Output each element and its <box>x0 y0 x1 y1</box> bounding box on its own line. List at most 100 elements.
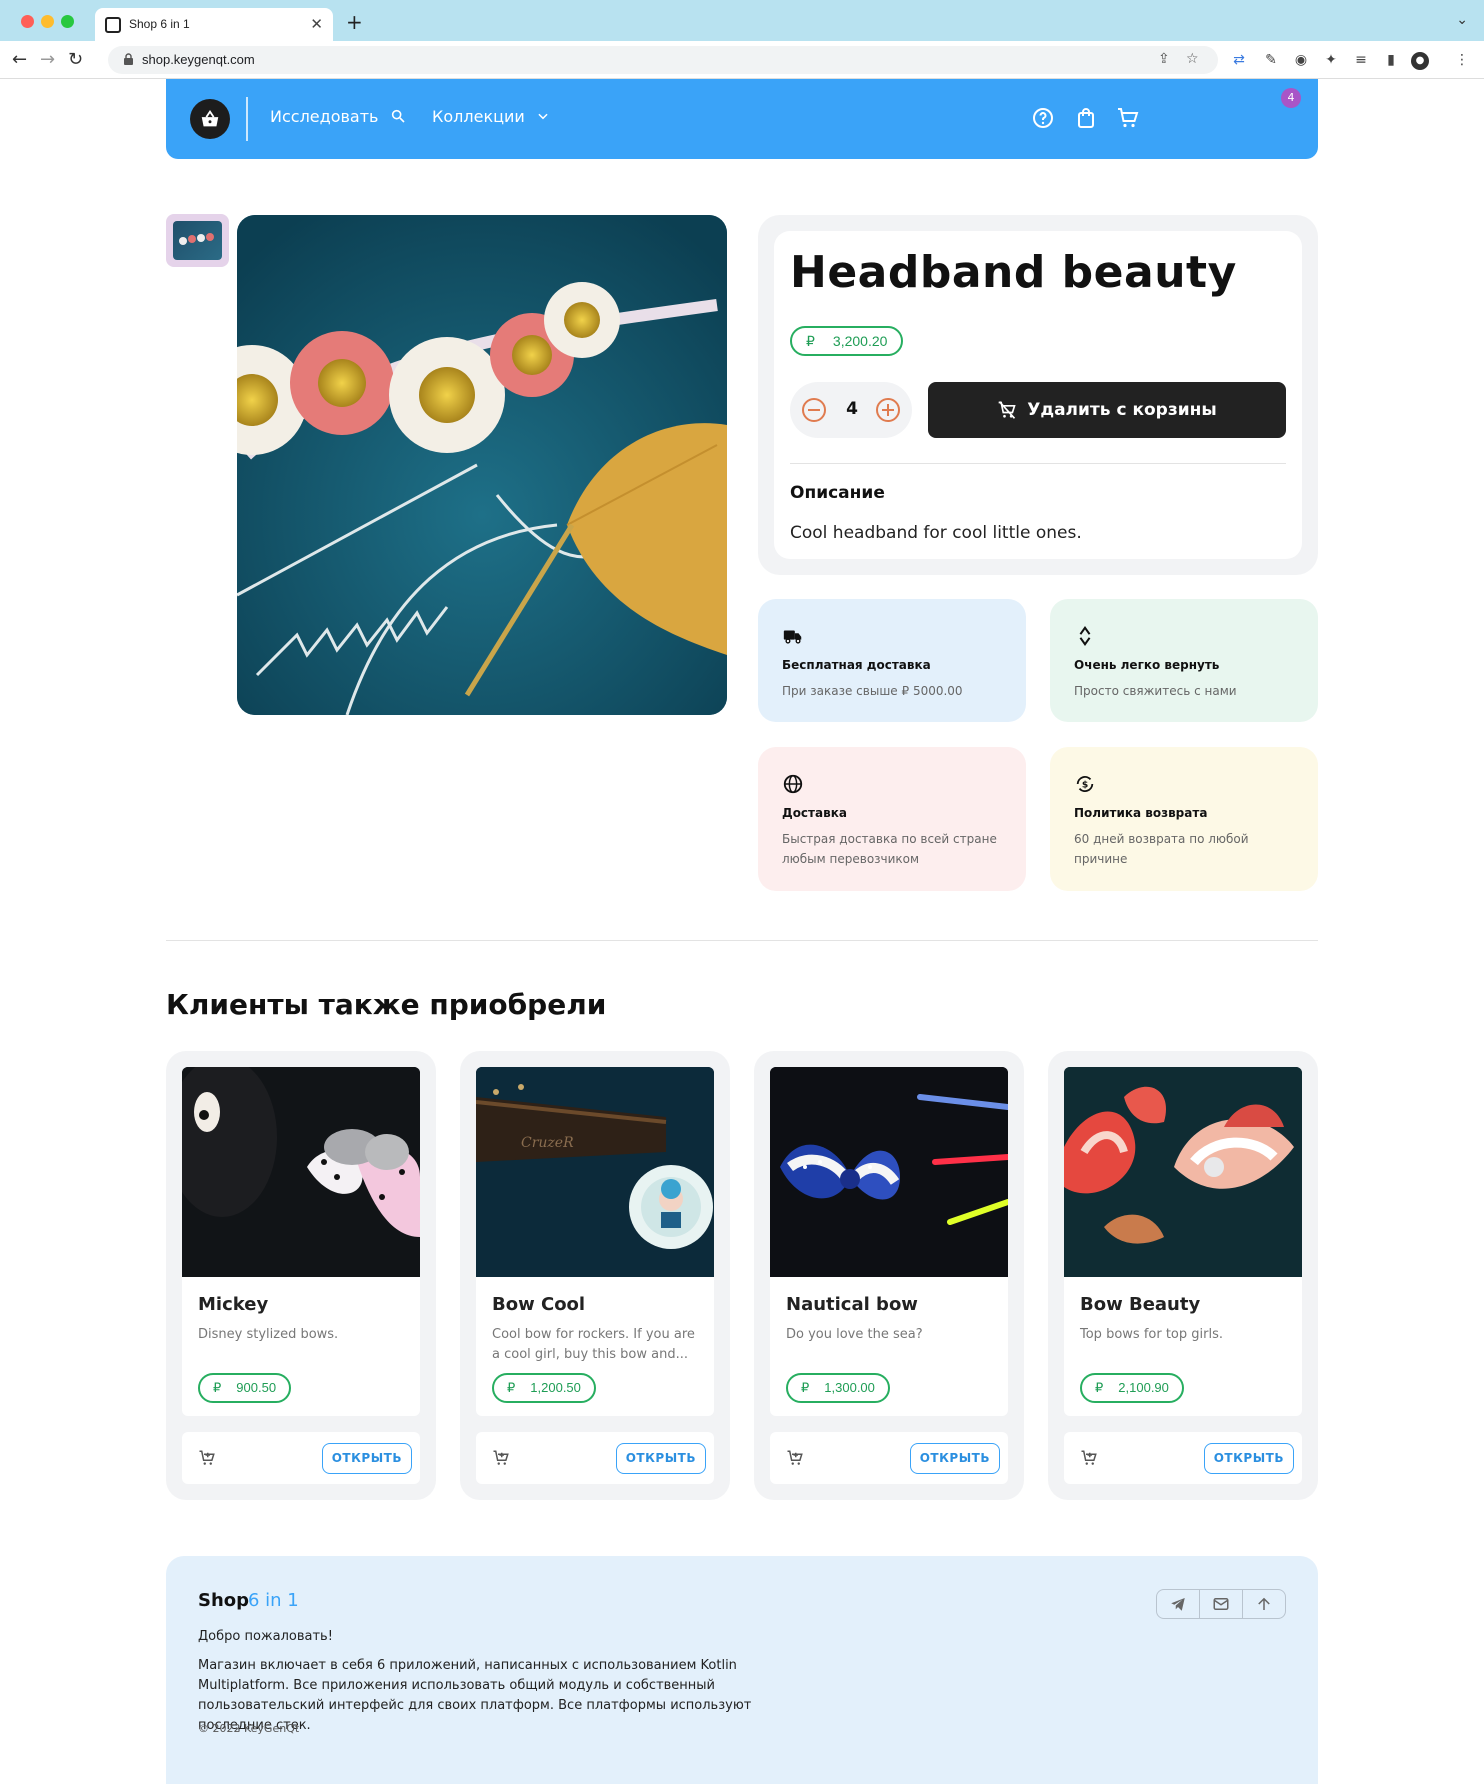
shop-logo[interactable] <box>190 99 230 139</box>
translate-icon[interactable]: ⇄ <box>1230 52 1248 70</box>
nav-explore-label: Исследовать <box>270 107 379 126</box>
product-card-image <box>770 1067 1008 1277</box>
footer-welcome: Добро пожаловать! <box>198 1629 333 1644</box>
product-main-image <box>237 215 727 715</box>
tab-title: Shop 6 in 1 <box>129 17 190 31</box>
forward-arrow-icon[interactable]: → <box>40 49 55 70</box>
product-card-name: Bow Cool <box>492 1294 586 1315</box>
telegram-button[interactable] <box>1157 1590 1200 1618</box>
product-card-description: Cool bow for rockers. If you are a cool … <box>492 1327 695 1362</box>
arrow-up-icon <box>1258 1597 1270 1610</box>
header-divider <box>246 97 248 141</box>
product-card-image: CruzeR <box>476 1067 714 1277</box>
quantity-stepper: 4 <box>790 382 912 438</box>
window-zoom-button[interactable] <box>61 15 74 28</box>
product-card[interactable]: Mickey Disney stylized bows. ₽ 900.50 ОТ… <box>166 1051 436 1500</box>
product-card[interactable]: Bow Beauty Top bows for top girls. ₽ 2,1… <box>1048 1051 1318 1500</box>
recycle-icon <box>1079 626 1091 646</box>
product-thumbnail[interactable] <box>166 214 229 267</box>
share-icon[interactable]: ⇪ <box>1158 51 1170 67</box>
product-card-description: Do you love the sea? <box>786 1327 923 1342</box>
feature-title: Бесплатная доставка <box>782 658 931 672</box>
footer-copyright: © 2022 KeyGenQt <box>198 1722 300 1735</box>
product-card[interactable]: CruzeR Bow Cool Cool bow for rockers. If… <box>460 1051 730 1500</box>
section-divider <box>166 940 1318 941</box>
currency-exchange-icon: $ <box>1076 776 1094 792</box>
scroll-top-button[interactable] <box>1243 1590 1285 1618</box>
product-card-body: CruzeR Bow Cool Cool bow for rockers. If… <box>476 1067 714 1416</box>
tab-close-icon[interactable]: ✕ <box>310 15 323 33</box>
nav-collections[interactable]: Коллекции <box>432 107 550 126</box>
add-to-cart-icon[interactable] <box>492 1449 510 1467</box>
product-card-price: ₽ 1,300.00 <box>786 1373 890 1403</box>
product-card-description: Disney stylized bows. <box>198 1327 339 1342</box>
feature-text: Быстрая доставка по всей стране любым пе… <box>782 832 997 866</box>
camera-extension-icon[interactable]: ◉ <box>1292 52 1310 70</box>
product-title: Headband beauty <box>790 247 1237 298</box>
window-minimize-button[interactable] <box>41 15 54 28</box>
reading-list-icon[interactable]: ≡ <box>1352 52 1370 70</box>
bookmark-star-icon[interactable]: ☆ <box>1186 51 1199 67</box>
add-to-cart-icon[interactable] <box>786 1449 804 1467</box>
browser-address-bar: ← → ↻ shop.keygenqt.com ⇪ ☆ ⇄ ✎ ◉ ✦ ≡ ▮ … <box>0 41 1484 79</box>
add-to-cart-icon[interactable] <box>198 1449 216 1467</box>
shop-favicon-icon <box>105 17 121 33</box>
shopping-bag-icon[interactable] <box>1074 106 1098 130</box>
product-card-description: Top bows for top girls. <box>1080 1327 1223 1342</box>
nav-explore[interactable]: Исследовать <box>270 107 406 126</box>
search-icon <box>391 109 405 123</box>
increase-quantity-icon[interactable] <box>874 396 902 424</box>
truck-icon <box>783 630 802 644</box>
url-text: shop.keygenqt.com <box>142 52 255 67</box>
product-card-actions: ОТКРЫТЬ <box>476 1432 714 1484</box>
product-info-card: Headband beauty ₽ 3,200.20 4 Удалить с к… <box>774 231 1302 559</box>
open-product-button[interactable]: ОТКРЫТЬ <box>321 1443 412 1474</box>
description-title: Описание <box>790 483 885 503</box>
description-text: Cool headband for cool little ones. <box>790 523 1082 543</box>
footer-actions <box>1156 1589 1286 1619</box>
email-button[interactable] <box>1200 1590 1243 1618</box>
reload-icon[interactable]: ↻ <box>68 49 83 70</box>
cart-icon[interactable] <box>1116 106 1140 130</box>
open-product-button[interactable]: ОТКРЫТЬ <box>1203 1443 1294 1474</box>
extensions-puzzle-icon[interactable]: ✦ <box>1322 52 1340 70</box>
feature-text: Просто свяжитесь с нами <box>1074 684 1237 698</box>
product-card-body: Bow Beauty Top bows for top girls. ₽ 2,1… <box>1064 1067 1302 1416</box>
currency-symbol: ₽ <box>801 1380 810 1395</box>
tab-search-chevron-icon[interactable]: ⌄ <box>1456 12 1468 28</box>
browser-menu-icon[interactable]: ⋮ <box>1453 52 1471 70</box>
open-product-button[interactable]: ОТКРЫТЬ <box>615 1443 706 1474</box>
product-card[interactable]: Nautical bow Do you love the sea? ₽ 1,30… <box>754 1051 1024 1500</box>
window-close-button[interactable] <box>21 15 34 28</box>
help-circle-icon[interactable] <box>1031 106 1055 130</box>
side-panel-icon[interactable]: ▮ <box>1382 52 1400 70</box>
feature-delivery: Доставка Быстрая доставка по всей стране… <box>758 747 1026 891</box>
new-tab-icon[interactable]: + <box>346 10 363 34</box>
svg-text:$: $ <box>1082 780 1088 791</box>
svg-text:CruzeR: CruzeR <box>521 1135 574 1151</box>
product-card-price: ₽ 900.50 <box>198 1373 292 1403</box>
add-to-cart-icon[interactable] <box>1080 1449 1098 1467</box>
product-price-pill: ₽ 3,200.20 <box>790 326 904 356</box>
feature-text: 60 дней возврата по любой причине <box>1074 832 1249 866</box>
footer-brand-sub: 6 in 1 <box>248 1590 299 1611</box>
also-bought-title: Клиенты также приобрели <box>166 988 607 1021</box>
basket-icon <box>201 110 219 127</box>
profile-avatar[interactable]: ● <box>1411 52 1429 70</box>
info-divider <box>790 463 1286 464</box>
omnibox[interactable]: shop.keygenqt.com ⇪ ☆ <box>108 46 1218 74</box>
open-product-button[interactable]: ОТКРЫТЬ <box>909 1443 1000 1474</box>
back-arrow-icon[interactable]: ← <box>12 49 27 70</box>
telegram-icon <box>1171 1598 1185 1611</box>
product-card-name: Nautical bow <box>786 1294 918 1315</box>
product-card-image <box>1064 1067 1302 1277</box>
eyedropper-extension-icon[interactable]: ✎ <box>1262 52 1280 70</box>
thumbnail-image <box>173 221 222 260</box>
currency-symbol: ₽ <box>1095 1380 1104 1395</box>
browser-tab[interactable]: Shop 6 in 1 ✕ <box>95 8 333 41</box>
decrease-quantity-icon[interactable] <box>800 396 828 424</box>
remove-from-cart-button[interactable]: Удалить с корзины <box>928 382 1286 438</box>
product-card-actions: ОТКРЫТЬ <box>1064 1432 1302 1484</box>
product-card-name: Mickey <box>198 1294 269 1315</box>
product-card-name: Bow Beauty <box>1080 1294 1201 1315</box>
